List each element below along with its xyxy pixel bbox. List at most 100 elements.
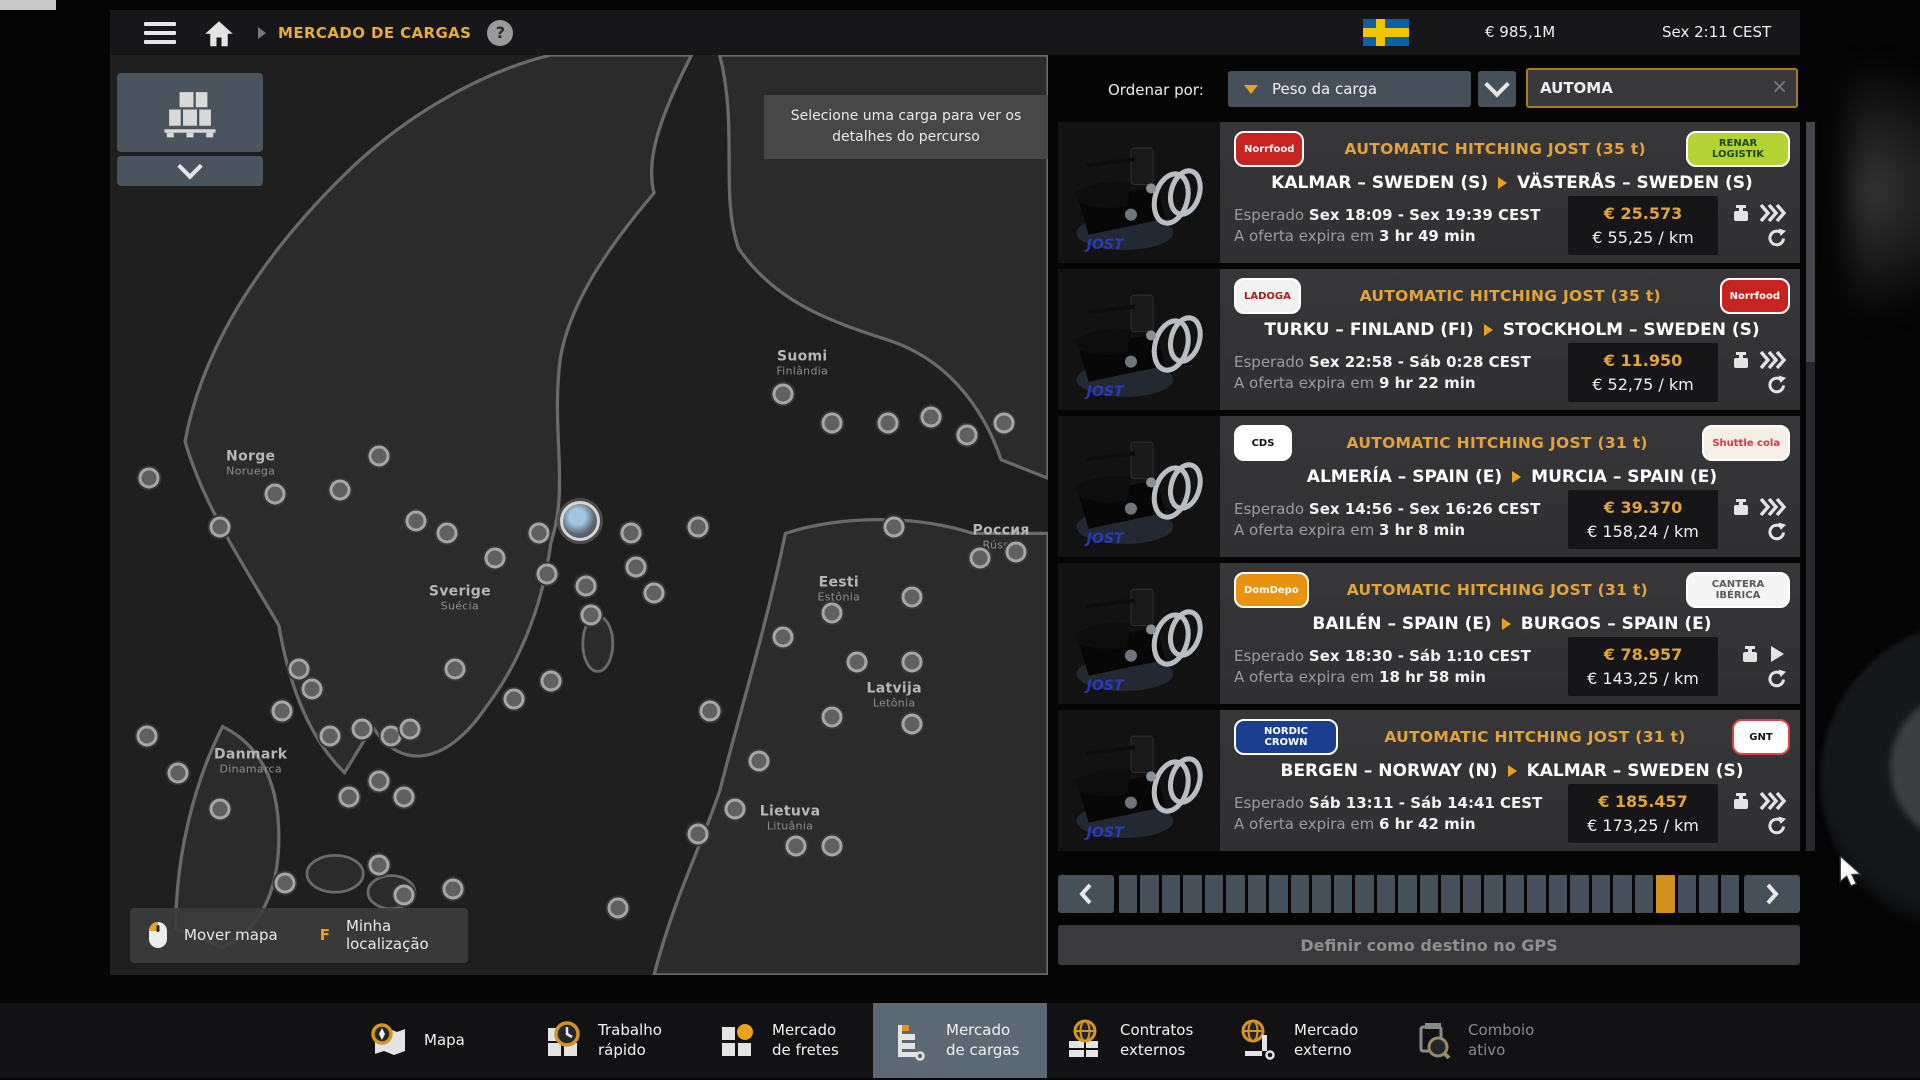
city-dot[interactable] <box>393 786 415 808</box>
city-dot[interactable] <box>620 522 642 544</box>
page-block[interactable] <box>1204 875 1224 913</box>
city-dot[interactable] <box>444 658 466 680</box>
city-dot[interactable] <box>687 823 709 845</box>
page-block[interactable] <box>1505 875 1525 913</box>
city-dot[interactable] <box>956 424 978 446</box>
search-clear-icon[interactable]: × <box>1771 74 1788 98</box>
page-block[interactable] <box>1269 875 1288 913</box>
page-block[interactable] <box>1656 875 1675 913</box>
city-dot[interactable] <box>540 670 562 692</box>
city-dot[interactable] <box>329 479 351 501</box>
city-dot[interactable] <box>724 798 746 820</box>
city-dot[interactable] <box>920 406 942 428</box>
page-block[interactable] <box>1527 875 1546 913</box>
city-dot[interactable] <box>969 547 991 569</box>
city-dot[interactable] <box>528 522 550 544</box>
city-dot[interactable] <box>368 854 390 876</box>
city-dot[interactable] <box>503 688 525 710</box>
page-block[interactable] <box>1312 875 1331 913</box>
city-dot[interactable] <box>405 510 427 532</box>
city-dot[interactable] <box>167 762 189 784</box>
city-dot[interactable] <box>271 700 293 722</box>
city-dot[interactable] <box>209 516 231 538</box>
city-dot[interactable] <box>319 725 341 747</box>
city-dot[interactable] <box>442 878 464 900</box>
page-block[interactable] <box>1462 875 1482 913</box>
page-block[interactable] <box>1247 875 1267 913</box>
city-dot[interactable] <box>821 412 843 434</box>
page-block[interactable] <box>1226 875 1245 913</box>
page-block[interactable] <box>1613 875 1632 913</box>
page-block[interactable] <box>1161 875 1181 913</box>
page-block[interactable] <box>1634 875 1654 913</box>
sort-dropdown[interactable]: Peso da carga <box>1228 71 1471 107</box>
page-block[interactable] <box>1119 875 1138 913</box>
city-dot[interactable] <box>846 651 868 673</box>
page-block[interactable] <box>1419 875 1439 913</box>
city-dot[interactable] <box>687 516 709 538</box>
cargo-list-scrollbar[interactable] <box>1806 122 1815 851</box>
page-block[interactable] <box>1333 875 1353 913</box>
city-dot[interactable] <box>536 563 558 585</box>
page-block[interactable] <box>1441 875 1460 913</box>
page-block[interactable] <box>1548 875 1568 913</box>
nav-item[interactable]: Trabalho rápido <box>525 1003 699 1078</box>
city-dot[interactable] <box>580 604 602 626</box>
city-dot[interactable] <box>821 835 843 857</box>
nav-item[interactable]: Contratos externos <box>1047 1003 1221 1078</box>
page-block[interactable] <box>1677 875 1697 913</box>
city-dot[interactable] <box>136 725 158 747</box>
city-dot[interactable] <box>607 897 629 919</box>
page-block[interactable] <box>1290 875 1310 913</box>
cargo-offer-row[interactable]: JOST NORDIC CROWN AUTOMATIC HITCHING JOS… <box>1058 710 1800 851</box>
menu-icon[interactable] <box>144 21 176 44</box>
city-dot[interactable] <box>625 556 647 578</box>
city-dot[interactable] <box>368 770 390 792</box>
nav-item[interactable]: Mercado externo <box>1221 1003 1395 1078</box>
city-dot[interactable] <box>643 582 665 604</box>
city-dot[interactable] <box>772 383 794 405</box>
trailer-filter-button[interactable] <box>117 73 263 152</box>
cargo-offer-row[interactable]: JOST CDS AUTOMATIC HITCHING JOST (31 t) … <box>1058 416 1800 557</box>
city-dot[interactable] <box>274 872 296 894</box>
city-dot[interactable] <box>399 718 421 740</box>
set-gps-destination-button[interactable]: Definir como destino no GPS <box>1058 925 1800 965</box>
city-dot[interactable] <box>993 412 1015 434</box>
city-dot[interactable] <box>264 483 286 505</box>
city-dot[interactable] <box>301 678 323 700</box>
scrollbar-thumb[interactable] <box>1806 122 1815 362</box>
nav-item[interactable]: Mercado de cargas <box>873 1003 1047 1078</box>
city-dot[interactable] <box>209 798 231 820</box>
search-input[interactable] <box>1528 70 1796 106</box>
page-block[interactable] <box>1376 875 1396 913</box>
city-dot[interactable] <box>288 658 310 680</box>
page-block[interactable] <box>1699 875 1718 913</box>
city-dot[interactable] <box>138 467 160 489</box>
city-dot[interactable] <box>351 718 373 740</box>
city-dot[interactable] <box>575 575 597 597</box>
page-block[interactable] <box>1720 875 1740 913</box>
page-block[interactable] <box>1355 875 1374 913</box>
city-dot[interactable] <box>484 547 506 569</box>
page-block[interactable] <box>1570 875 1589 913</box>
city-dot[interactable] <box>699 700 721 722</box>
map-viewport[interactable]: Norge Noruega Sverige Suécia Suomi Finlâ… <box>110 55 1048 975</box>
help-icon[interactable]: ? <box>487 19 514 46</box>
city-dot[interactable] <box>338 786 360 808</box>
city-dot[interactable] <box>748 750 770 772</box>
home-icon[interactable] <box>204 20 234 46</box>
city-dot[interactable] <box>772 626 794 648</box>
city-dot[interactable] <box>1005 541 1027 563</box>
city-dot[interactable] <box>883 516 905 538</box>
page-block[interactable] <box>1183 875 1202 913</box>
city-dot[interactable] <box>785 835 807 857</box>
page-next-button[interactable] <box>1744 875 1800 913</box>
city-dot[interactable] <box>821 706 843 728</box>
cargo-offer-row[interactable]: JOST LADOGA AUTOMATIC HITCHING JOST (35 … <box>1058 269 1800 410</box>
city-dot[interactable] <box>821 602 843 624</box>
cargo-offer-row[interactable]: JOST Norrfood AUTOMATIC HITCHING JOST (3… <box>1058 122 1800 263</box>
city-dot[interactable] <box>901 713 923 735</box>
city-dot[interactable] <box>436 522 458 544</box>
page-block[interactable] <box>1398 875 1417 913</box>
collapse-button[interactable] <box>117 154 263 186</box>
